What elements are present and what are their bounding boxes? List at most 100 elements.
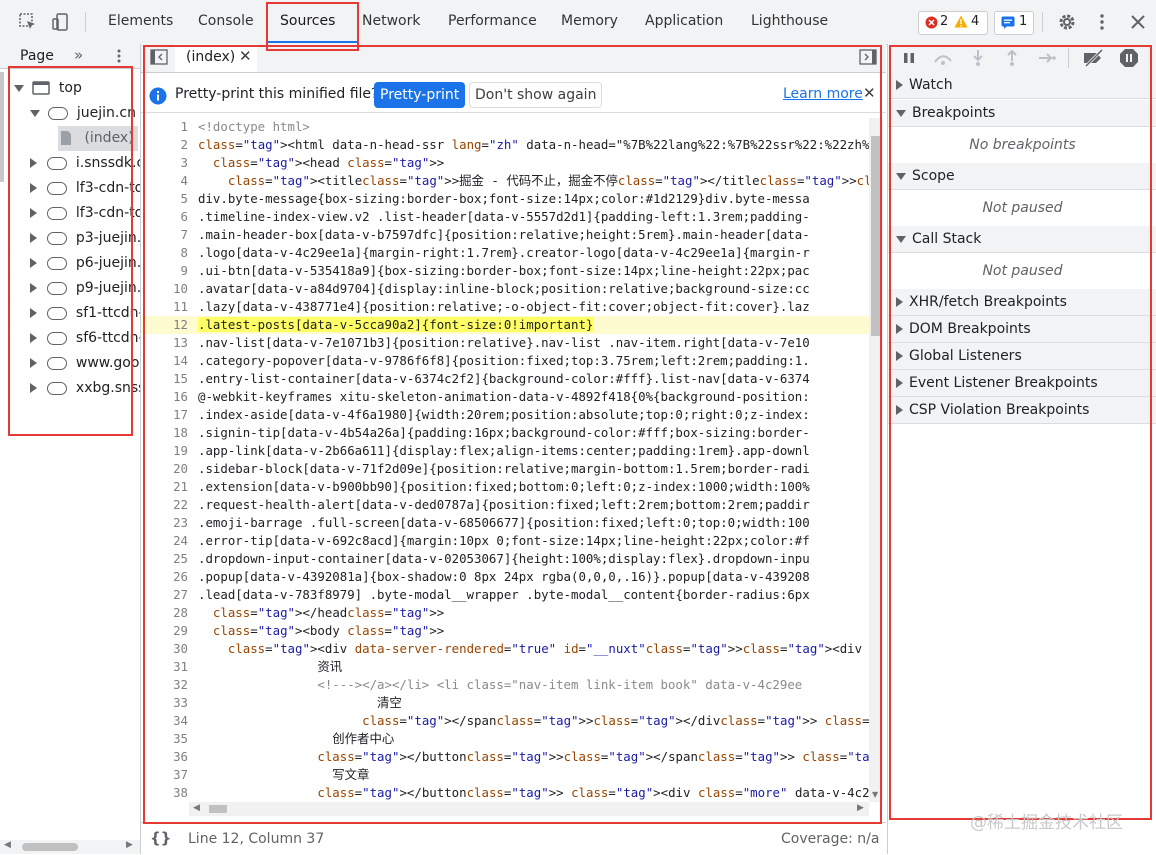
section-call-stack[interactable]: Call Stack [888,226,1156,253]
toggle-navigator-icon[interactable] [150,49,168,65]
code-line-highlighted[interactable]: 12 .latest-posts[data-v-5cca90a2]{font-si… [141,316,869,334]
section-watch[interactable]: Watch [888,72,1156,99]
code-line[interactable]: 25 .dropdown-input-container[data-v-02053… [141,550,869,568]
tree-item-origin[interactable]: i.snssdk.co [30,151,140,176]
line-number[interactable]: 13 [141,334,198,352]
more-tabs-icon[interactable]: » [74,46,83,64]
inspect-element-icon[interactable] [18,12,38,32]
code-line[interactable]: 28 class="tag"></headclass="tag">> [141,604,869,622]
line-number[interactable]: 12 [141,316,198,334]
line-number[interactable]: 38 [141,784,198,802]
code-line[interactable]: 20 .sidebar-block[data-v-71f2d09e]{positi… [141,460,869,478]
code-line[interactable]: 9 .ui-btn[data-v-535418a9]{box-sizing:bor… [141,262,869,280]
line-number[interactable]: 34 [141,712,198,730]
tree-item-origin[interactable]: xxbg.snssd [30,376,140,401]
line-number[interactable]: 30 [141,640,198,658]
section-breakpoints[interactable]: Breakpoints [888,100,1156,127]
code-line[interactable]: 33 清空 [141,694,869,712]
code-line[interactable]: 24 .error-tip[data-v-692c8acd]{margin:10p… [141,532,869,550]
code-line[interactable]: 19 .app-link[data-v-2b66a611]{display:fle… [141,442,869,460]
line-number[interactable]: 6 [141,208,198,226]
code-horizontal-scrollbar[interactable]: ◀ ▶ [189,802,869,816]
section-event-listener-breakpoints[interactable]: Event Listener Breakpoints [888,370,1156,397]
tab-elements[interactable]: Elements [108,13,173,29]
code-line[interactable]: 7 .main-header-box[data-v-b7597dfc]{posit… [141,226,869,244]
code-line[interactable]: 15 .entry-list-container[data-v-6374c2f2]… [141,370,869,388]
line-number[interactable]: 25 [141,550,198,568]
messages-counter[interactable]: 1 [994,11,1034,35]
code-line[interactable]: 6 .timeline-index-view.v2 .list-header[da… [141,208,869,226]
code-line[interactable]: 5 div.byte-message{box-sizing:border-box;… [141,190,869,208]
tab-network[interactable]: Network [362,13,420,29]
line-number[interactable]: 4 [141,172,198,190]
code-line[interactable]: 13 .nav-list[data-v-7e1071b3]{position:re… [141,334,869,352]
line-number[interactable]: 7 [141,226,198,244]
tab-page[interactable]: Page [20,48,54,64]
code-line[interactable]: 17 .index-aside[data-v-4f6a1980]{width:20… [141,406,869,424]
tree-item-origin[interactable]: p3-juejin.b [30,226,140,251]
section-xhr-fetch-breakpoints[interactable]: XHR/fetch Breakpoints [888,289,1156,316]
section-dom-breakpoints[interactable]: DOM Breakpoints [888,316,1156,343]
code-line[interactable]: 22 .request-health-alert[data-v-ded0787a]… [141,496,869,514]
tab-index-file[interactable]: (index) ✕ [175,44,257,72]
scroll-left-icon[interactable]: ◀ [4,840,11,850]
line-number[interactable]: 8 [141,244,198,262]
code-line[interactable]: 27 .lead[data-v-783f8979] .byte-modal__wr… [141,586,869,604]
tab-sources[interactable]: Sources [280,13,335,29]
line-number[interactable]: 28 [141,604,198,622]
scrollbar-thumb[interactable] [22,843,78,851]
line-number[interactable]: 37 [141,766,198,784]
code-line[interactable]: 1 <!doctype html> [141,118,869,136]
line-number[interactable]: 5 [141,190,198,208]
learn-more-link[interactable]: Learn more [783,86,863,102]
code-line[interactable]: 34 class="tag"></spanclass="tag">>class=… [141,712,869,730]
code-line[interactable]: 18 .signin-tip[data-v-4b54a26a]{padding:1… [141,424,869,442]
code-vertical-scrollbar[interactable]: ▼ [869,118,883,802]
code-line[interactable]: 21 .extension[data-v-b900bb90]{position:f… [141,478,869,496]
scrollbar-thumb[interactable] [871,136,881,336]
code-line[interactable]: 2 class="tag"><html data-n-head-ssr lang=… [141,136,869,154]
tree-item-origin[interactable]: sf1-ttcdn-t [30,301,140,326]
line-number[interactable]: 10 [141,280,198,298]
step-icon[interactable] [1038,51,1056,65]
line-number[interactable]: 24 [141,532,198,550]
dont-show-again-button[interactable]: Don't show again [469,82,603,108]
line-number[interactable]: 16 [141,388,198,406]
code-line[interactable]: 30 class="tag"><div data-server-rendered… [141,640,869,658]
line-number[interactable]: 35 [141,730,198,748]
toggle-debugger-icon[interactable] [859,49,877,65]
code-line[interactable]: 10 .avatar[data-v-a84d9704]{display:inlin… [141,280,869,298]
line-number[interactable]: 27 [141,586,198,604]
scroll-right-icon[interactable]: ▶ [126,840,133,850]
tab-lighthouse[interactable]: Lighthouse [751,13,828,29]
close-icon[interactable] [1128,12,1148,32]
pretty-print-button[interactable]: Pretty-print [374,82,466,108]
code-line[interactable]: 26 .popup[data-v-4392081a]{box-shadow:0 8… [141,568,869,586]
scrollbar-thumb[interactable] [209,805,227,813]
pause-icon[interactable] [902,51,916,65]
step-into-icon[interactable] [971,49,985,67]
section-csp-violation-breakpoints[interactable]: CSP Violation Breakpoints [888,397,1156,424]
tree-item-origin[interactable]: sf6-ttcdn-t [30,326,140,351]
code-line[interactable]: 35 创作者中心 [141,730,869,748]
scroll-right-icon[interactable]: ▶ [857,803,864,813]
section-global-listeners[interactable]: Global Listeners [888,343,1156,370]
line-number[interactable]: 2 [141,136,198,154]
line-number[interactable]: 21 [141,478,198,496]
tree-item-origin[interactable]: www.goog [30,351,140,376]
navigator-horizontal-scrollbar[interactable]: ◀ ▶ [0,840,140,854]
tab-console[interactable]: Console [198,13,254,29]
code-line[interactable]: 31 资讯 [141,658,869,676]
line-number[interactable]: 29 [141,622,198,640]
tab-memory[interactable]: Memory [561,13,618,29]
line-number[interactable]: 9 [141,262,198,280]
code-line[interactable]: 11 .lazy[data-v-438771e4]{position:relati… [141,298,869,316]
line-number[interactable]: 26 [141,568,198,586]
code-area[interactable]: 1 <!doctype html> 2 class="tag"><html data-… [141,118,869,802]
line-number[interactable]: 23 [141,514,198,532]
step-out-icon[interactable] [1005,49,1019,67]
line-number[interactable]: 11 [141,298,198,316]
tree-item-top[interactable]: top [14,76,138,101]
tree-item-origin[interactable]: lf3-cdn-tos [30,176,140,201]
line-number[interactable]: 1 [141,118,198,136]
